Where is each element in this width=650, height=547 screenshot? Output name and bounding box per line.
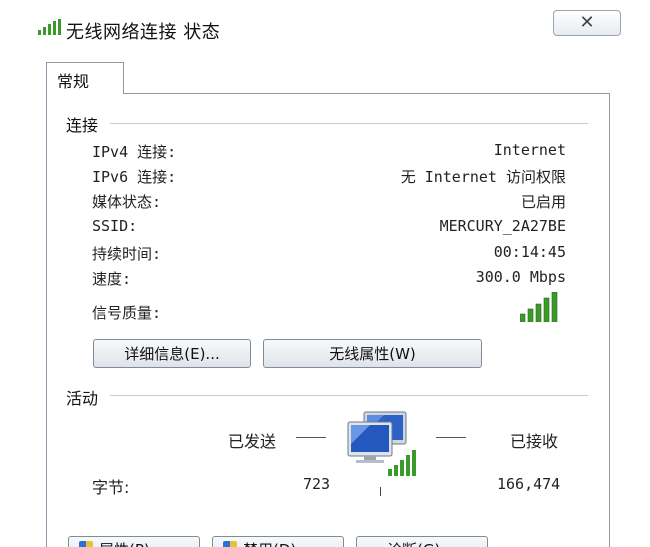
sent-label: 已发送 xyxy=(228,432,277,451)
ipv4-label: IPv4 连接: xyxy=(92,143,177,161)
connection-divider xyxy=(110,123,588,124)
speed-value: 300.0 Mbps xyxy=(475,268,566,286)
bytes-sent-value: 723 xyxy=(303,475,331,493)
wifi-signal-icon xyxy=(38,19,61,35)
received-dash xyxy=(436,437,466,438)
activity-group-title: 活动 xyxy=(66,385,105,409)
title-bar: 无线网络连接 状态 ✕ xyxy=(0,0,650,60)
properties-button[interactable]: 属性(P) xyxy=(68,536,200,547)
ipv4-value: Internet xyxy=(493,141,566,159)
tab-general[interactable]: 常规 xyxy=(46,62,124,94)
duration-label: 持续时间: xyxy=(92,245,162,263)
wireless-properties-button[interactable]: 无线属性(W) xyxy=(263,339,482,368)
signal-quality-label: 信号质量: xyxy=(92,304,162,322)
shield-icon xyxy=(79,541,93,547)
ipv6-label: IPv6 连接: xyxy=(92,168,177,186)
shield-icon xyxy=(223,541,237,547)
disable-button[interactable]: 禁用(D) xyxy=(212,536,344,547)
activity-divider xyxy=(110,395,588,396)
speed-label: 速度: xyxy=(92,270,132,288)
close-icon: ✕ xyxy=(579,12,595,33)
activity-tick xyxy=(380,487,381,496)
diagnose-button[interactable]: 诊断(G) xyxy=(356,536,488,547)
tab-general-label: 常规 xyxy=(57,72,90,91)
diagnose-button-label: 诊断(G) xyxy=(387,539,440,547)
window-title: 无线网络连接 状态 xyxy=(66,22,221,43)
received-label: 已接收 xyxy=(510,432,559,451)
details-button[interactable]: 详细信息(E)... xyxy=(93,339,251,368)
signal-strength-icon xyxy=(520,292,558,322)
disable-button-label: 禁用(D) xyxy=(243,539,296,547)
media-state-value: 已启用 xyxy=(520,193,566,211)
ssid-value: MERCURY_2A27BE xyxy=(439,217,566,235)
bytes-received-value: 166,474 xyxy=(497,475,561,493)
media-state-label: 媒体状态: xyxy=(92,193,162,211)
bytes-label: 字节: xyxy=(92,478,130,497)
sent-dash xyxy=(296,437,326,438)
duration-value: 00:14:45 xyxy=(493,243,566,261)
close-button[interactable]: ✕ xyxy=(553,10,621,36)
properties-button-label: 属性(P) xyxy=(99,539,150,547)
ssid-label: SSID: xyxy=(92,217,138,235)
network-computers-icon xyxy=(347,411,416,476)
ipv6-value: 无 Internet 访问权限 xyxy=(400,168,566,186)
connection-group-title: 连接 xyxy=(66,112,105,136)
